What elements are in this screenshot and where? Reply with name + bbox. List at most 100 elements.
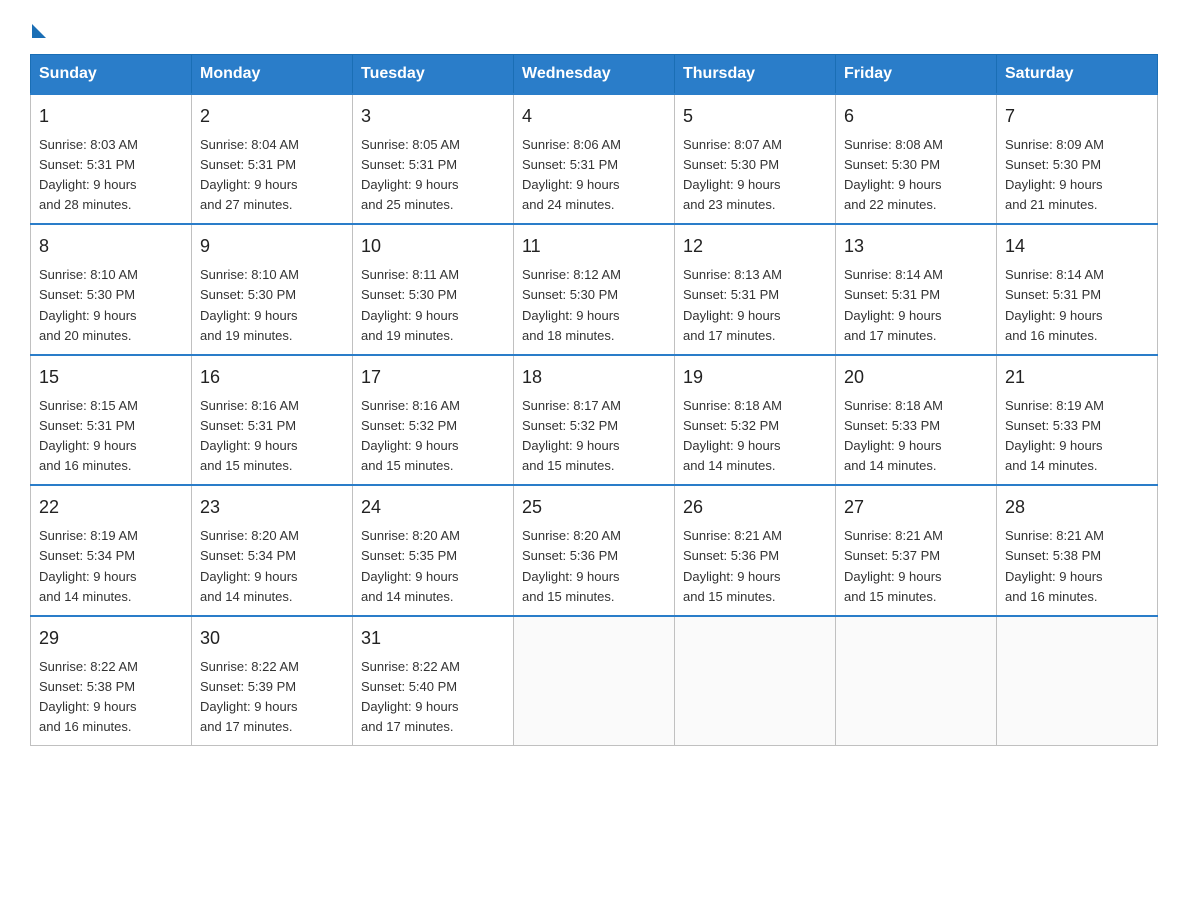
day-number: 26 — [683, 494, 827, 522]
day-number: 3 — [361, 103, 505, 131]
calendar-cell: 5 Sunrise: 8:07 AMSunset: 5:30 PMDayligh… — [675, 94, 836, 224]
calendar-cell: 9 Sunrise: 8:10 AMSunset: 5:30 PMDayligh… — [192, 224, 353, 354]
week-row-3: 15 Sunrise: 8:15 AMSunset: 5:31 PMDaylig… — [31, 355, 1158, 485]
day-info: Sunrise: 8:10 AMSunset: 5:30 PMDaylight:… — [39, 267, 138, 342]
day-number: 16 — [200, 364, 344, 392]
calendar-cell: 25 Sunrise: 8:20 AMSunset: 5:36 PMDaylig… — [514, 485, 675, 615]
day-info: Sunrise: 8:16 AMSunset: 5:32 PMDaylight:… — [361, 398, 460, 473]
logo-triangle-icon — [32, 24, 46, 38]
day-number: 1 — [39, 103, 183, 131]
calendar-cell: 22 Sunrise: 8:19 AMSunset: 5:34 PMDaylig… — [31, 485, 192, 615]
day-info: Sunrise: 8:18 AMSunset: 5:32 PMDaylight:… — [683, 398, 782, 473]
day-info: Sunrise: 8:14 AMSunset: 5:31 PMDaylight:… — [844, 267, 943, 342]
day-number: 21 — [1005, 364, 1149, 392]
calendar-cell: 2 Sunrise: 8:04 AMSunset: 5:31 PMDayligh… — [192, 94, 353, 224]
day-number: 7 — [1005, 103, 1149, 131]
day-number: 8 — [39, 233, 183, 261]
day-info: Sunrise: 8:06 AMSunset: 5:31 PMDaylight:… — [522, 137, 621, 212]
calendar-cell: 23 Sunrise: 8:20 AMSunset: 5:34 PMDaylig… — [192, 485, 353, 615]
day-info: Sunrise: 8:20 AMSunset: 5:35 PMDaylight:… — [361, 528, 460, 603]
calendar-cell: 17 Sunrise: 8:16 AMSunset: 5:32 PMDaylig… — [353, 355, 514, 485]
week-row-4: 22 Sunrise: 8:19 AMSunset: 5:34 PMDaylig… — [31, 485, 1158, 615]
day-number: 30 — [200, 625, 344, 653]
logo — [30, 20, 46, 36]
calendar-cell: 15 Sunrise: 8:15 AMSunset: 5:31 PMDaylig… — [31, 355, 192, 485]
calendar-cell — [836, 616, 997, 746]
calendar-cell: 21 Sunrise: 8:19 AMSunset: 5:33 PMDaylig… — [997, 355, 1158, 485]
calendar-table: SundayMondayTuesdayWednesdayThursdayFrid… — [30, 54, 1158, 746]
day-info: Sunrise: 8:09 AMSunset: 5:30 PMDaylight:… — [1005, 137, 1104, 212]
calendar-cell: 6 Sunrise: 8:08 AMSunset: 5:30 PMDayligh… — [836, 94, 997, 224]
day-info: Sunrise: 8:22 AMSunset: 5:38 PMDaylight:… — [39, 659, 138, 734]
day-number: 13 — [844, 233, 988, 261]
calendar-cell: 18 Sunrise: 8:17 AMSunset: 5:32 PMDaylig… — [514, 355, 675, 485]
day-header-saturday: Saturday — [997, 55, 1158, 95]
week-row-1: 1 Sunrise: 8:03 AMSunset: 5:31 PMDayligh… — [31, 94, 1158, 224]
day-number: 11 — [522, 233, 666, 261]
day-number: 22 — [39, 494, 183, 522]
day-info: Sunrise: 8:22 AMSunset: 5:39 PMDaylight:… — [200, 659, 299, 734]
calendar-cell — [997, 616, 1158, 746]
day-number: 2 — [200, 103, 344, 131]
day-number: 23 — [200, 494, 344, 522]
day-number: 12 — [683, 233, 827, 261]
day-header-tuesday: Tuesday — [353, 55, 514, 95]
week-row-2: 8 Sunrise: 8:10 AMSunset: 5:30 PMDayligh… — [31, 224, 1158, 354]
day-number: 18 — [522, 364, 666, 392]
day-info: Sunrise: 8:15 AMSunset: 5:31 PMDaylight:… — [39, 398, 138, 473]
calendar-cell: 11 Sunrise: 8:12 AMSunset: 5:30 PMDaylig… — [514, 224, 675, 354]
calendar-cell: 4 Sunrise: 8:06 AMSunset: 5:31 PMDayligh… — [514, 94, 675, 224]
day-header-thursday: Thursday — [675, 55, 836, 95]
calendar-cell: 12 Sunrise: 8:13 AMSunset: 5:31 PMDaylig… — [675, 224, 836, 354]
calendar-cell: 7 Sunrise: 8:09 AMSunset: 5:30 PMDayligh… — [997, 94, 1158, 224]
day-number: 17 — [361, 364, 505, 392]
day-info: Sunrise: 8:17 AMSunset: 5:32 PMDaylight:… — [522, 398, 621, 473]
day-info: Sunrise: 8:20 AMSunset: 5:34 PMDaylight:… — [200, 528, 299, 603]
calendar-cell: 30 Sunrise: 8:22 AMSunset: 5:39 PMDaylig… — [192, 616, 353, 746]
day-info: Sunrise: 8:05 AMSunset: 5:31 PMDaylight:… — [361, 137, 460, 212]
calendar-cell: 10 Sunrise: 8:11 AMSunset: 5:30 PMDaylig… — [353, 224, 514, 354]
week-row-5: 29 Sunrise: 8:22 AMSunset: 5:38 PMDaylig… — [31, 616, 1158, 746]
calendar-cell: 1 Sunrise: 8:03 AMSunset: 5:31 PMDayligh… — [31, 94, 192, 224]
day-header-monday: Monday — [192, 55, 353, 95]
day-info: Sunrise: 8:16 AMSunset: 5:31 PMDaylight:… — [200, 398, 299, 473]
calendar-cell: 16 Sunrise: 8:16 AMSunset: 5:31 PMDaylig… — [192, 355, 353, 485]
calendar-cell: 20 Sunrise: 8:18 AMSunset: 5:33 PMDaylig… — [836, 355, 997, 485]
day-info: Sunrise: 8:12 AMSunset: 5:30 PMDaylight:… — [522, 267, 621, 342]
calendar-cell: 29 Sunrise: 8:22 AMSunset: 5:38 PMDaylig… — [31, 616, 192, 746]
day-header-wednesday: Wednesday — [514, 55, 675, 95]
calendar-cell: 3 Sunrise: 8:05 AMSunset: 5:31 PMDayligh… — [353, 94, 514, 224]
day-info: Sunrise: 8:22 AMSunset: 5:40 PMDaylight:… — [361, 659, 460, 734]
day-number: 25 — [522, 494, 666, 522]
day-info: Sunrise: 8:13 AMSunset: 5:31 PMDaylight:… — [683, 267, 782, 342]
day-number: 19 — [683, 364, 827, 392]
calendar-cell: 8 Sunrise: 8:10 AMSunset: 5:30 PMDayligh… — [31, 224, 192, 354]
day-info: Sunrise: 8:03 AMSunset: 5:31 PMDaylight:… — [39, 137, 138, 212]
day-number: 6 — [844, 103, 988, 131]
calendar-cell: 27 Sunrise: 8:21 AMSunset: 5:37 PMDaylig… — [836, 485, 997, 615]
day-info: Sunrise: 8:10 AMSunset: 5:30 PMDaylight:… — [200, 267, 299, 342]
day-info: Sunrise: 8:04 AMSunset: 5:31 PMDaylight:… — [200, 137, 299, 212]
calendar-cell: 14 Sunrise: 8:14 AMSunset: 5:31 PMDaylig… — [997, 224, 1158, 354]
day-number: 10 — [361, 233, 505, 261]
day-number: 9 — [200, 233, 344, 261]
day-number: 24 — [361, 494, 505, 522]
calendar-cell: 26 Sunrise: 8:21 AMSunset: 5:36 PMDaylig… — [675, 485, 836, 615]
day-number: 5 — [683, 103, 827, 131]
day-number: 31 — [361, 625, 505, 653]
day-number: 29 — [39, 625, 183, 653]
day-info: Sunrise: 8:20 AMSunset: 5:36 PMDaylight:… — [522, 528, 621, 603]
day-info: Sunrise: 8:21 AMSunset: 5:37 PMDaylight:… — [844, 528, 943, 603]
day-info: Sunrise: 8:08 AMSunset: 5:30 PMDaylight:… — [844, 137, 943, 212]
day-number: 4 — [522, 103, 666, 131]
day-info: Sunrise: 8:21 AMSunset: 5:38 PMDaylight:… — [1005, 528, 1104, 603]
day-info: Sunrise: 8:19 AMSunset: 5:34 PMDaylight:… — [39, 528, 138, 603]
day-number: 15 — [39, 364, 183, 392]
page-header — [30, 20, 1158, 36]
calendar-cell — [675, 616, 836, 746]
day-info: Sunrise: 8:19 AMSunset: 5:33 PMDaylight:… — [1005, 398, 1104, 473]
day-info: Sunrise: 8:14 AMSunset: 5:31 PMDaylight:… — [1005, 267, 1104, 342]
calendar-cell: 31 Sunrise: 8:22 AMSunset: 5:40 PMDaylig… — [353, 616, 514, 746]
day-number: 20 — [844, 364, 988, 392]
calendar-cell: 19 Sunrise: 8:18 AMSunset: 5:32 PMDaylig… — [675, 355, 836, 485]
